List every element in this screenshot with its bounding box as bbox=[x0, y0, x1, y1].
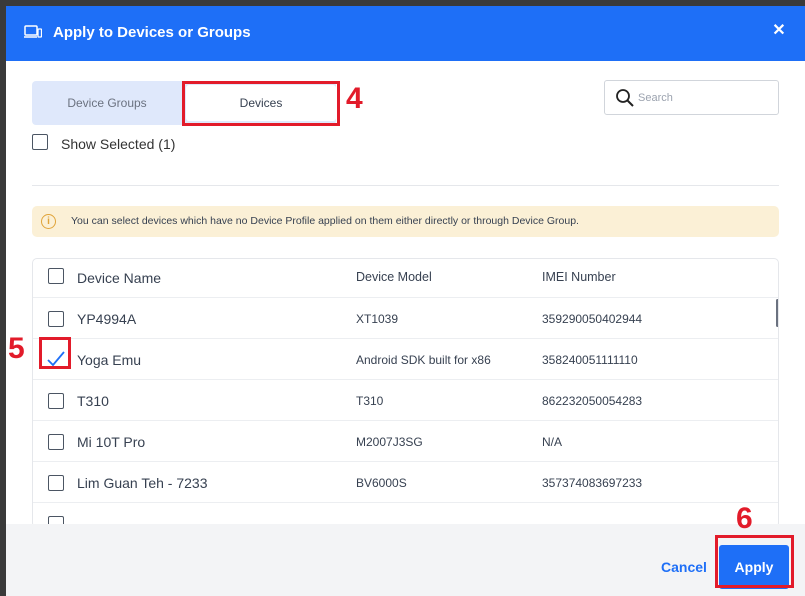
table-scrollbar[interactable] bbox=[776, 299, 778, 327]
column-header-imei-number[interactable]: IMEI Number bbox=[542, 270, 616, 284]
notice-text: You can select devices which have no Dev… bbox=[71, 215, 579, 227]
table-row[interactable]: Lim Guan Teh - 7233 BV6000S 357374083697… bbox=[33, 461, 778, 502]
cancel-button[interactable]: Cancel bbox=[656, 555, 712, 579]
device-name: Yoga Emu bbox=[77, 352, 142, 368]
highlight-box-apply bbox=[715, 535, 794, 588]
imei-number: 359290050402944 bbox=[542, 312, 643, 326]
info-notice: i You can select devices which have no D… bbox=[32, 206, 779, 237]
step-6-label: 6 bbox=[736, 502, 753, 535]
device-name: Lim Guan Teh - 7233 bbox=[77, 475, 208, 491]
highlight-box-checkbox bbox=[39, 337, 71, 369]
imei-number: 357374083697233 bbox=[542, 476, 643, 490]
device-model: XT1039 bbox=[356, 312, 399, 326]
column-header-device-model[interactable]: Device Model bbox=[356, 270, 432, 284]
highlight-box-devices-tab bbox=[182, 81, 340, 126]
search-icon bbox=[616, 89, 634, 107]
apply-dialog: Apply to Devices or Groups ✕ Device Grou… bbox=[6, 6, 805, 596]
show-selected-label: Show Selected (1) bbox=[61, 136, 176, 152]
tab-device-groups[interactable]: Device Groups bbox=[32, 81, 182, 125]
row-checkbox[interactable] bbox=[48, 311, 64, 327]
imei-number: 862232050054283 bbox=[542, 394, 643, 408]
device-name: T310 bbox=[77, 393, 109, 409]
table-row[interactable]: Mi 10T Pro M2007J3SG N/A bbox=[33, 420, 778, 461]
close-icon[interactable]: ✕ bbox=[768, 20, 790, 42]
imei-number: 358240051111110 bbox=[542, 353, 638, 367]
info-icon: i bbox=[41, 214, 56, 229]
device-model: Android SDK built for x86 bbox=[356, 353, 491, 367]
select-all-checkbox[interactable] bbox=[48, 268, 64, 284]
step-5-label: 5 bbox=[8, 332, 25, 365]
imei-number: N/A bbox=[542, 435, 563, 449]
table-row[interactable]: Yoga Emu Android SDK built for x86 35824… bbox=[33, 338, 778, 379]
device-name: Mi 10T Pro bbox=[77, 434, 146, 450]
device-model: M2007J3SG bbox=[356, 435, 423, 449]
column-header-device-name[interactable]: Device Name bbox=[77, 270, 161, 286]
table-header: Device Name Device Model IMEI Number bbox=[33, 259, 778, 297]
search-input[interactable] bbox=[638, 85, 773, 111]
divider bbox=[32, 185, 779, 186]
row-checkbox[interactable] bbox=[48, 393, 64, 409]
device-model: BV6000S bbox=[356, 476, 407, 490]
step-4-label: 4 bbox=[346, 82, 363, 115]
search-box[interactable] bbox=[604, 80, 779, 115]
row-checkbox[interactable] bbox=[48, 475, 64, 491]
device-table: Device Name Device Model IMEI Number YP4… bbox=[32, 258, 779, 528]
device-name: YP4994A bbox=[77, 311, 137, 327]
device-model: T310 bbox=[356, 394, 384, 408]
row-checkbox[interactable] bbox=[48, 434, 64, 450]
show-selected-checkbox[interactable] bbox=[32, 134, 48, 150]
dialog-header: Apply to Devices or Groups ✕ bbox=[6, 6, 805, 61]
devices-icon bbox=[24, 25, 42, 38]
dialog-footer: Cancel Apply bbox=[6, 524, 805, 596]
dialog-title: Apply to Devices or Groups bbox=[53, 24, 251, 41]
table-row[interactable]: T310 T310 862232050054283 bbox=[33, 379, 778, 420]
table-row[interactable]: YP4994A XT1039 359290050402944 bbox=[33, 297, 778, 338]
